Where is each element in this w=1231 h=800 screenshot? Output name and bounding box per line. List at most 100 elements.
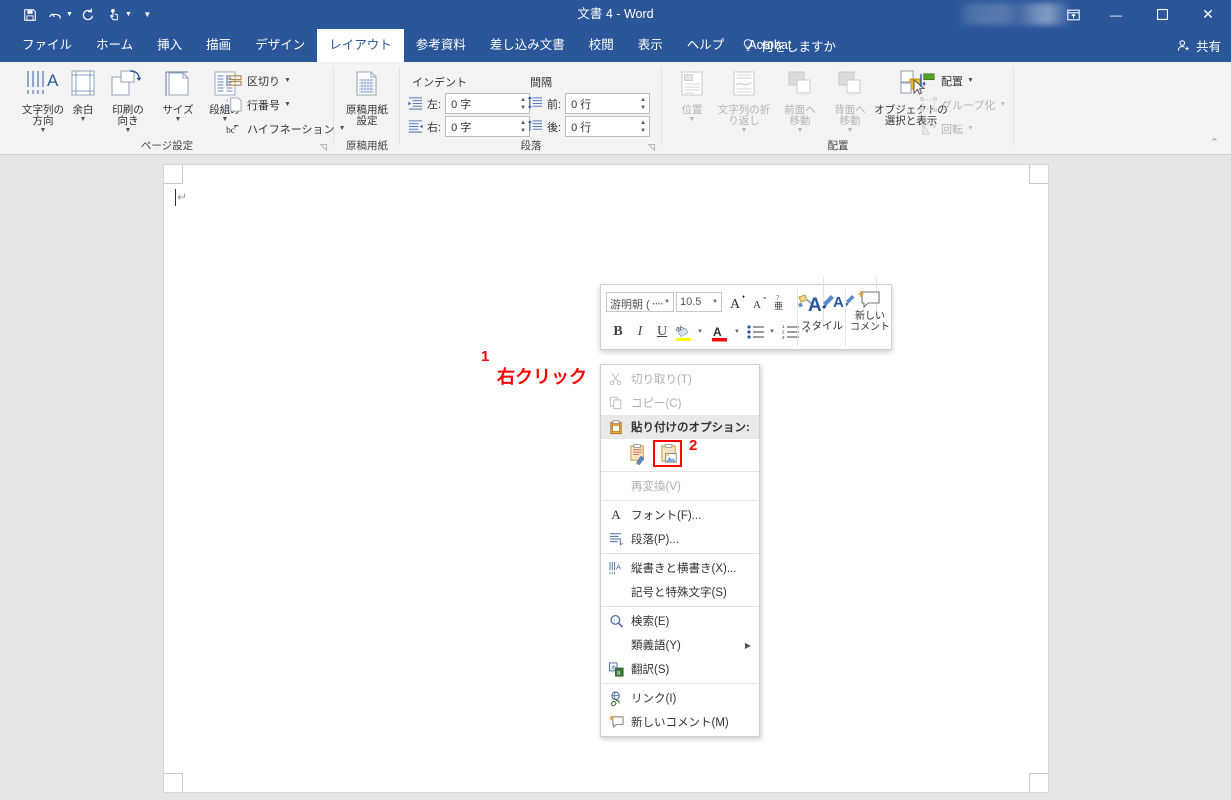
minimize-button[interactable]: — <box>1093 0 1139 29</box>
indent-right-arrows[interactable]: ▲ ▼ <box>520 117 526 138</box>
line-numbers-button[interactable]: 123 行番号 ▼ <box>226 94 291 115</box>
font-color-dropdown-icon[interactable]: ▼ <box>732 320 742 344</box>
context-menu-separator-1 <box>601 471 759 472</box>
tab-layout[interactable]: レイアウト <box>317 29 404 62</box>
align-dropdown-icon[interactable]: ▼ <box>967 77 974 84</box>
bullets-dropdown-icon[interactable]: ▼ <box>767 320 777 344</box>
context-menu-item-translate[interactable]: ぁa 翻訳(S) <box>601 657 759 681</box>
size-dropdown-icon[interactable]: ▼ <box>175 116 182 124</box>
line-numbers-dropdown-icon[interactable]: ▼ <box>284 101 291 108</box>
rotate-button[interactable]: 回転 ▼ <box>920 118 974 139</box>
context-menu-item-text-direction[interactable]: A 縦書きと横書き(X)... <box>601 556 759 580</box>
mini-formatting-toolbar: 游明朝 (᠁ ▼ 10.5 ▼ A A 7亜 A ▼ <box>600 277 892 350</box>
bring-forward-label-2: 移動 <box>789 115 811 127</box>
tab-home[interactable]: ホーム <box>84 29 145 62</box>
breaks-dropdown-icon[interactable]: ▼ <box>284 77 291 84</box>
rotate-dropdown-icon[interactable]: ▼ <box>967 125 974 132</box>
svg-text:A: A <box>753 299 761 311</box>
group-button[interactable]: グループ化 ▼ <box>920 94 1006 115</box>
context-menu-item-font[interactable]: A フォント(F)... <box>601 503 759 527</box>
font-a-icon: A <box>611 507 621 522</box>
font-size-dropdown-icon[interactable]: ▼ <box>712 299 718 305</box>
highlight-dropdown-icon[interactable]: ▼ <box>695 320 705 344</box>
collapse-ribbon-icon[interactable]: ⌃ <box>1210 136 1219 149</box>
margins-button[interactable]: 余白 ▼ <box>62 66 104 124</box>
send-backward-dropdown-icon[interactable]: ▼ <box>847 127 854 135</box>
manuscript-settings-button[interactable]: 原稿用紙 設定 <box>338 66 396 127</box>
tab-help[interactable]: ヘルプ <box>675 29 737 62</box>
tab-view[interactable]: 表示 <box>626 29 675 62</box>
tab-design[interactable]: デザイン <box>243 29 317 62</box>
hyphenation-button[interactable]: bc a ハイフネーション ▼ <box>226 118 345 139</box>
group-dropdown-icon[interactable]: ▼ <box>999 101 1006 108</box>
wrap-text-button[interactable]: 文字列の折 り返し ▼ <box>712 66 776 135</box>
italic-icon[interactable]: I <box>629 320 651 344</box>
margins-label: 余白 <box>72 104 94 116</box>
spacing-before-spinner[interactable]: 0 行 ▲ ▼ <box>565 93 651 115</box>
font-size-box[interactable]: 10.5 ▼ <box>676 292 722 312</box>
bring-forward-dropdown-icon[interactable]: ▼ <box>797 127 804 135</box>
paragraph-dialog-launcher[interactable]: ◹ <box>648 142 659 153</box>
spacing-before-arrows[interactable]: ▲ ▼ <box>640 94 646 115</box>
context-menu-item-reconvert[interactable]: 再変換(V) <box>601 474 759 498</box>
tab-file[interactable]: ファイル <box>10 29 84 62</box>
new-comment-button[interactable]: 新しい コメント <box>849 290 891 333</box>
context-menu-label-new-comment: 新しいコメント(M) <box>631 717 729 729</box>
phonetic-guide-icon[interactable]: 7亜 <box>771 290 793 314</box>
ribbon-display-options-icon[interactable] <box>1053 0 1093 29</box>
ribbon-tabs: ファイル ホーム 挿入 描画 デザイン レイアウト 参考資料 差し込み文書 校閲… <box>10 29 803 62</box>
spacing-after-arrows[interactable]: ▲ ▼ <box>640 117 646 138</box>
position-dropdown-icon[interactable]: ▼ <box>689 116 696 124</box>
indent-left-arrows[interactable]: ▲ ▼ <box>520 94 526 115</box>
send-backward-button[interactable]: 背面へ 移動 ▼ <box>825 66 875 135</box>
font-name-box[interactable]: 游明朝 (᠁ ▼ <box>606 292 674 312</box>
size-button[interactable]: サイズ ▼ <box>155 66 201 124</box>
context-menu-item-symbols[interactable]: 記号と特殊文字(S) <box>601 580 759 604</box>
spacing-after-spinner[interactable]: 0 行 ▲ ▼ <box>565 116 651 138</box>
context-menu-item-paragraph[interactable]: 段落(P)... <box>601 527 759 551</box>
context-menu-item-synonyms[interactable]: 類義語(Y) ▶ <box>601 633 759 657</box>
bring-forward-button[interactable]: 前面へ 移動 ▼ <box>775 66 825 135</box>
breaks-button[interactable]: 区切り ▼ <box>226 70 291 91</box>
context-menu-item-copy[interactable]: コピー(C) <box>601 391 759 415</box>
tab-draw[interactable]: 描画 <box>194 29 243 62</box>
indent-right-spinner[interactable]: 0 字 ▲ ▼ <box>445 116 531 138</box>
orientation-dropdown-icon[interactable]: ▼ <box>125 127 132 135</box>
bold-icon[interactable]: B <box>607 320 629 344</box>
bullets-icon[interactable] <box>745 320 767 344</box>
context-menu-label-synonyms: 類義語(Y) <box>631 640 681 652</box>
orientation-button[interactable]: 印刷の 向き ▼ <box>99 66 157 135</box>
tab-insert[interactable]: 挿入 <box>145 29 194 62</box>
tab-mailings[interactable]: 差し込み文書 <box>478 29 577 62</box>
breaks-icon <box>226 73 243 88</box>
context-menu-item-cut[interactable]: 切り取り(T) <box>601 367 759 391</box>
styles-button[interactable]: A スタイル <box>801 291 843 333</box>
tab-references[interactable]: 参考資料 <box>404 29 478 62</box>
group-icon <box>920 97 937 112</box>
context-menu-item-link[interactable]: リンク(I) <box>601 686 759 710</box>
numbering-icon[interactable]: 123 <box>780 320 802 344</box>
context-menu-item-new-comment[interactable]: 新しいコメント(M) <box>601 710 759 734</box>
close-button[interactable]: ✕ <box>1185 0 1231 29</box>
maximize-button[interactable] <box>1139 0 1185 29</box>
context-menu-item-search[interactable]: i 検索(E) <box>601 609 759 633</box>
underline-icon[interactable]: U <box>651 320 673 344</box>
font-color-icon[interactable]: A <box>708 320 732 344</box>
highlight-color-icon[interactable]: ab <box>673 320 695 344</box>
svg-text:A: A <box>713 325 722 339</box>
shrink-font-icon[interactable]: A <box>749 290 771 314</box>
tell-me-box[interactable]: 何をしますか <box>742 29 836 62</box>
margins-dropdown-icon[interactable]: ▼ <box>80 116 87 124</box>
position-button[interactable]: 位置 ▼ <box>670 66 714 124</box>
wrap-text-dropdown-icon[interactable]: ▼ <box>741 127 748 135</box>
text-direction-dropdown-icon[interactable]: ▼ <box>40 127 47 135</box>
tab-review[interactable]: 校閲 <box>577 29 626 62</box>
paste-keep-source-formatting-icon[interactable] <box>627 443 649 465</box>
indent-left-spinner[interactable]: 0 字 ▲ ▼ <box>445 93 531 115</box>
align-button[interactable]: 配置 ▼ <box>920 70 974 91</box>
font-name-dropdown-icon[interactable]: ▼ <box>664 299 670 305</box>
share-button[interactable]: 共有 <box>1177 29 1221 62</box>
grow-font-icon[interactable]: A <box>727 290 749 314</box>
page-setup-dialog-launcher[interactable]: ◹ <box>320 142 331 153</box>
clipboard-icon <box>601 419 631 435</box>
